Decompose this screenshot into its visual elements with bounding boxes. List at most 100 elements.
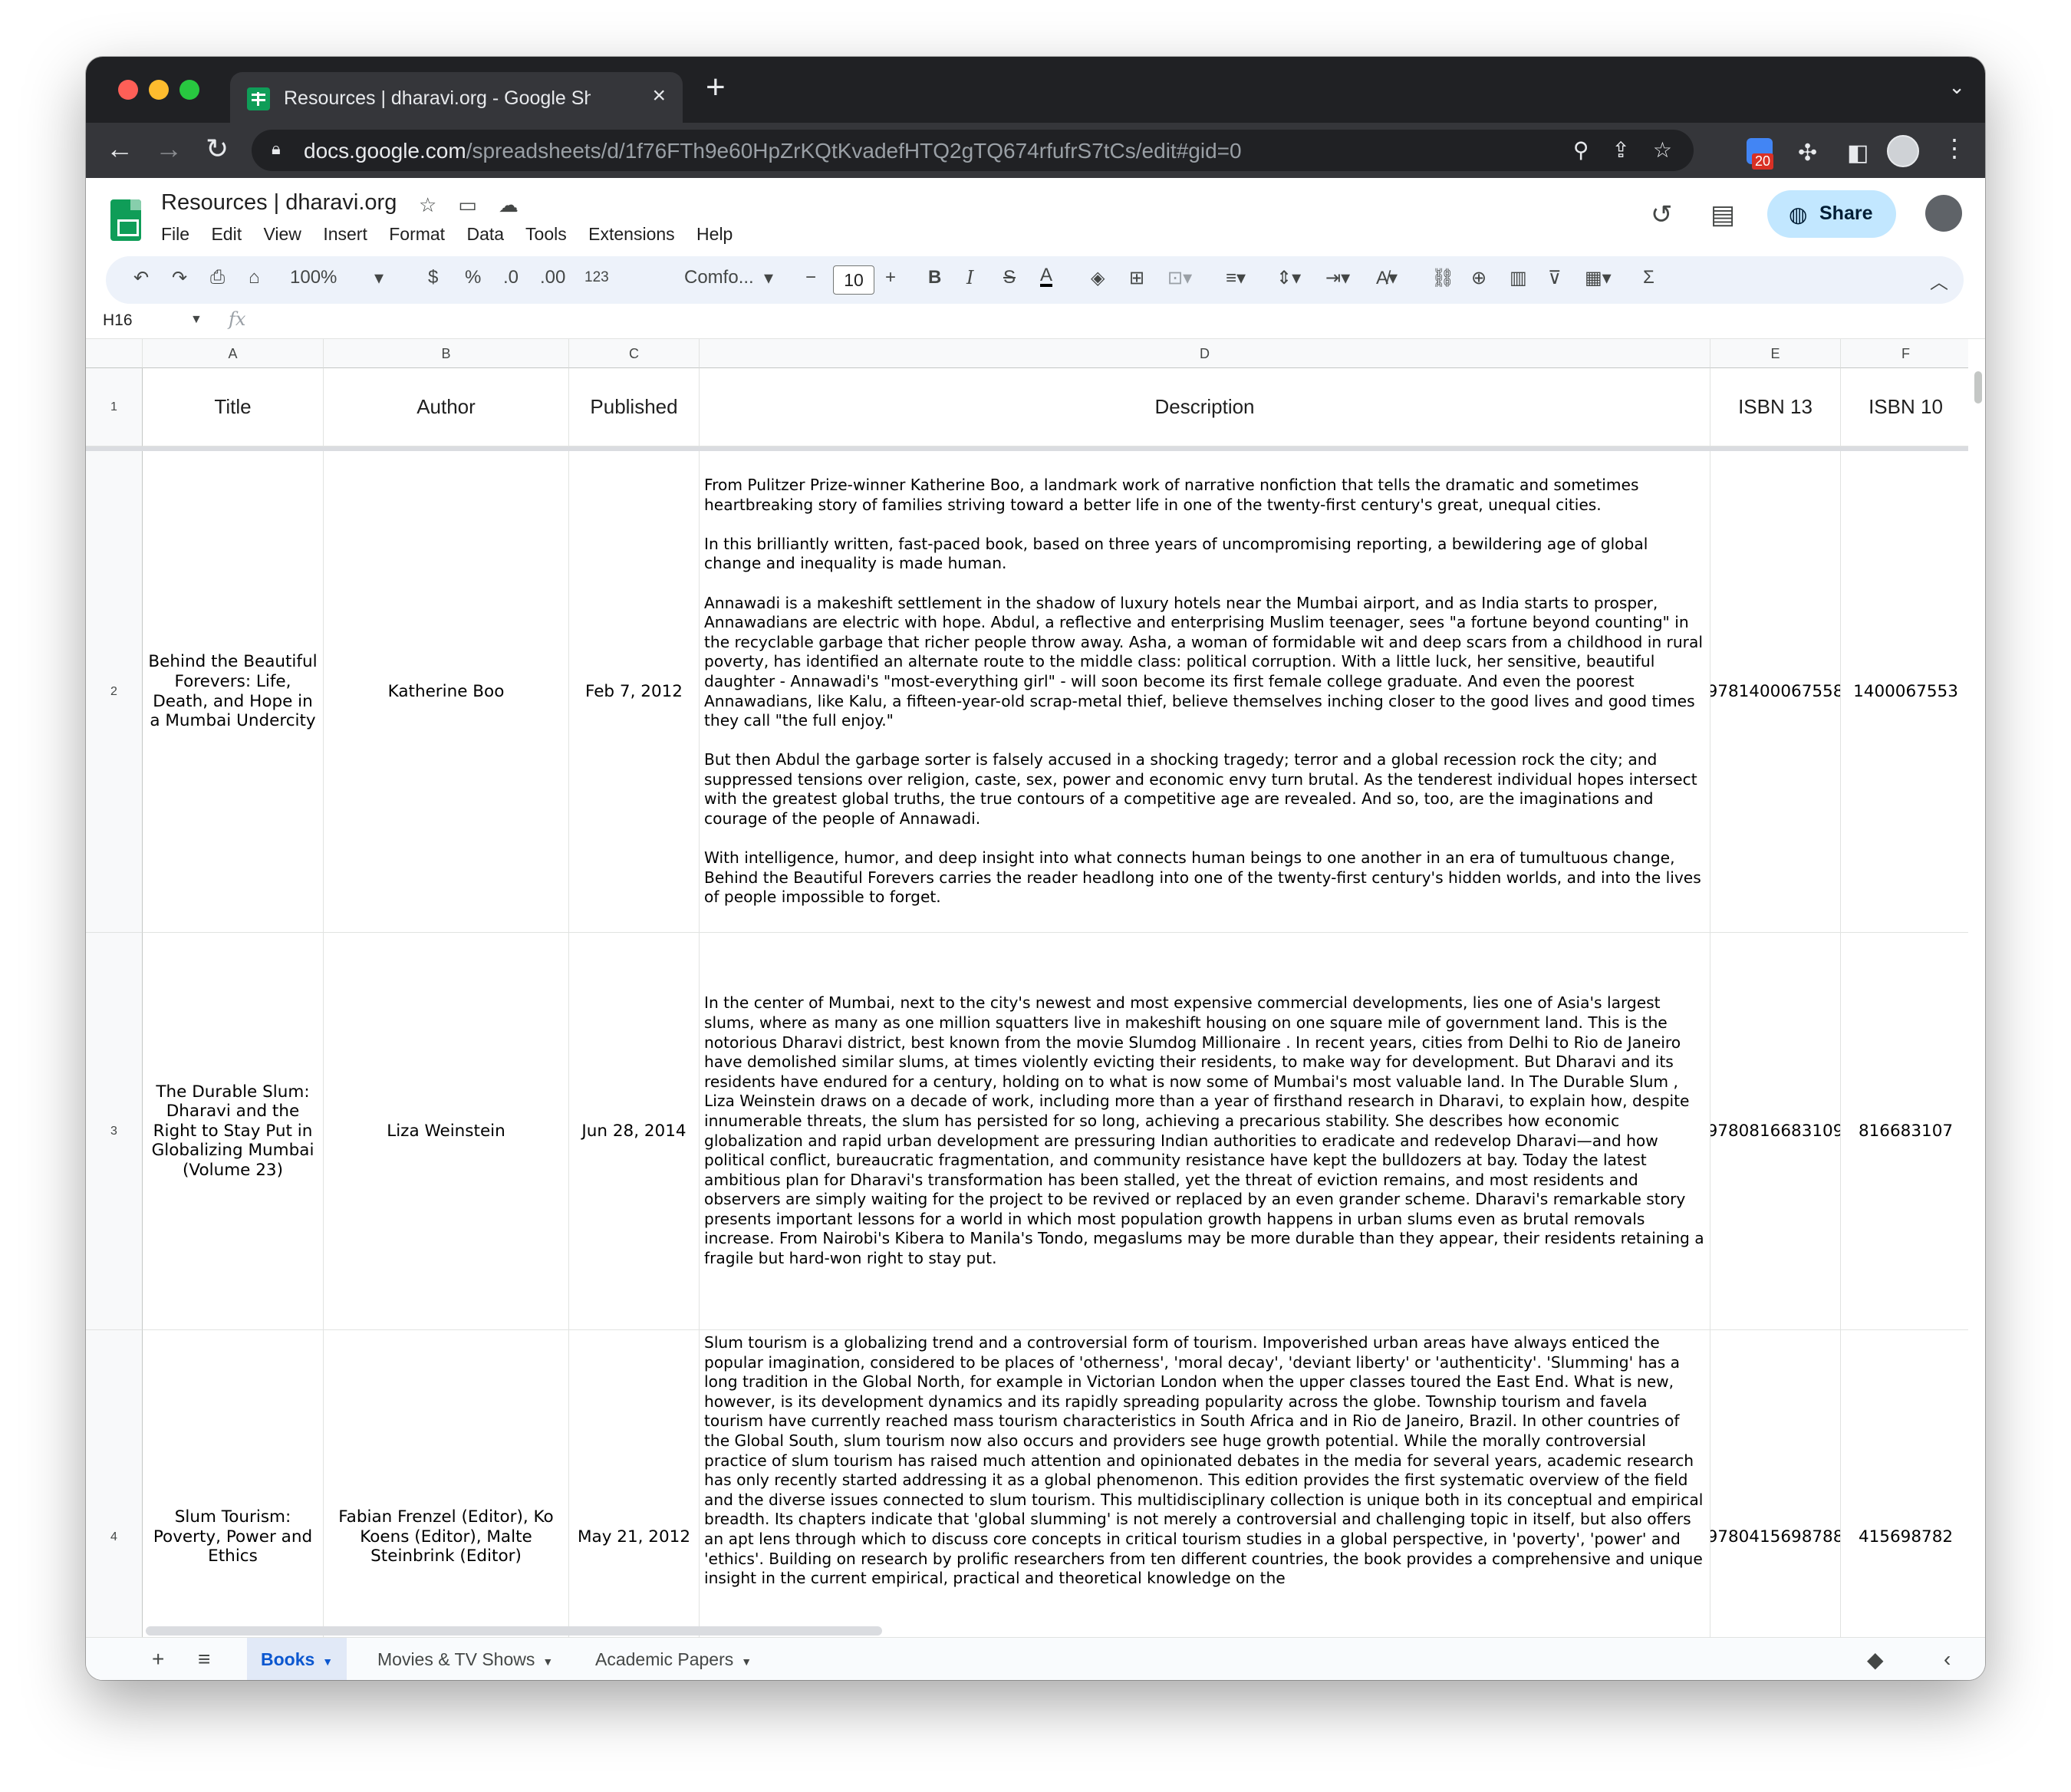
fill-color-icon[interactable]: ◈ [1091, 267, 1105, 289]
header-cell-description[interactable]: Description [700, 368, 1710, 446]
cell-title[interactable]: The Durable Slum: Dharavi and the Right … [143, 933, 324, 1330]
extensions-puzzle-icon[interactable]: ✣ [1798, 140, 1817, 166]
horizontal-align-icon[interactable]: ≡▾ [1226, 267, 1246, 289]
collapse-side-panel-chevron-icon[interactable]: ‹ [1944, 1647, 1951, 1672]
browser-profile-avatar[interactable] [1887, 135, 1919, 167]
percent-format-button[interactable]: % [465, 267, 481, 288]
bookmark-star-icon[interactable]: ☆ [1653, 138, 1672, 162]
forward-arrow-icon[interactable]: → [155, 133, 183, 164]
cell-description[interactable]: From Pulitzer Prize-winner Katherine Boo… [700, 451, 1710, 933]
star-icon[interactable]: ☆ [419, 193, 436, 216]
increase-font-size-icon[interactable]: + [885, 267, 896, 288]
name-box[interactable]: H16 [103, 311, 133, 330]
close-window-button[interactable] [118, 80, 138, 100]
comments-icon[interactable]: ▤ [1710, 199, 1735, 230]
vertical-scrollbar[interactable] [1974, 371, 1982, 404]
cell-isbn13[interactable]: 9781400067558 [1710, 451, 1841, 933]
menu-edit[interactable]: Edit [211, 224, 242, 244]
row-header-4[interactable]: 4 [86, 1330, 143, 1637]
header-cell-isbn13[interactable]: ISBN 13 [1710, 368, 1841, 446]
maximize-window-button[interactable] [179, 80, 199, 100]
menu-view[interactable]: View [263, 224, 301, 244]
address-bar[interactable]: 🔒︎ docs.google.com/spreadsheets/d/1f76FT… [252, 130, 1694, 171]
document-title[interactable]: Resources | dharavi.org [161, 190, 397, 216]
select-all-corner[interactable] [86, 339, 143, 368]
zoom-select-caret[interactable]: ▾ [374, 267, 384, 289]
share-page-icon[interactable]: ⇪ [1612, 138, 1629, 162]
decrease-font-size-icon[interactable]: − [805, 267, 816, 288]
cell-published[interactable]: Jun 28, 2014 [569, 933, 700, 1330]
borders-icon[interactable]: ⊞ [1129, 267, 1144, 289]
cell-author[interactable]: Fabian Frenzel (Editor), Ko Koens (Edito… [324, 1330, 569, 1637]
row-header-3[interactable]: 3 [86, 933, 143, 1330]
menu-data[interactable]: Data [466, 224, 504, 244]
chevron-down-icon[interactable]: ▼ [741, 1655, 752, 1668]
cell-author[interactable]: Liza Weinstein [324, 933, 569, 1330]
menu-extensions[interactable]: Extensions [588, 224, 675, 244]
cell-isbn10[interactable]: 415698782 [1841, 1330, 1968, 1637]
merge-cells-icon[interactable]: ⊡▾ [1167, 267, 1192, 289]
sheet-tab-books[interactable]: Books ▼ [247, 1638, 347, 1680]
browser-tab-active[interactable]: Resources | dharavi.org - Google Sheets … [230, 72, 683, 123]
menu-tools[interactable]: Tools [525, 224, 567, 244]
row-header-1[interactable]: 1 [86, 368, 143, 446]
text-color-icon[interactable]: A [1040, 266, 1053, 287]
print-icon[interactable]: ⎙ [210, 267, 225, 288]
name-box-caret-icon[interactable]: ▼ [190, 313, 202, 327]
insert-chart-icon[interactable]: ▥ [1510, 267, 1527, 289]
move-folder-icon[interactable]: ▭ [458, 193, 477, 216]
menu-format[interactable]: Format [389, 224, 445, 244]
increase-decimal-button[interactable]: .00 [540, 267, 565, 288]
cell-published[interactable]: May 21, 2012 [569, 1330, 700, 1637]
chevron-down-icon[interactable]: ▼ [542, 1655, 553, 1668]
row-header-2[interactable]: 2 [86, 451, 143, 933]
insert-link-icon[interactable]: ⛓ [1431, 267, 1454, 289]
filter-views-icon[interactable]: ▦▾ [1585, 267, 1612, 289]
side-panel-icon[interactable]: ◧ [1847, 140, 1869, 166]
cell-isbn13[interactable]: 9780415698788 [1710, 1330, 1841, 1637]
minimize-window-button[interactable] [149, 80, 169, 100]
sheet-tab-movies-tv-shows[interactable]: Movies & TV Shows ▼ [364, 1638, 567, 1680]
cell-isbn13[interactable]: 9780816683109 [1710, 933, 1841, 1330]
browser-menu-icon[interactable]: ⋮ [1942, 133, 1967, 163]
share-button[interactable]: ◍ Share [1767, 190, 1896, 238]
add-sheet-icon[interactable]: + [152, 1647, 164, 1672]
currency-format-button[interactable]: $ [428, 267, 438, 288]
functions-icon[interactable]: Σ [1643, 267, 1654, 288]
font-size-input[interactable]: 10 [833, 265, 874, 295]
vertical-align-icon[interactable]: ⇕▾ [1276, 267, 1301, 289]
italic-icon[interactable]: I [966, 267, 973, 288]
horizontal-scrollbar[interactable] [146, 1626, 882, 1636]
column-header-b[interactable]: B [324, 339, 569, 368]
reload-icon[interactable]: ↻ [206, 133, 229, 164]
new-tab-icon[interactable]: + [706, 71, 726, 104]
menu-file[interactable]: File [161, 224, 189, 244]
cell-isbn10[interactable]: 816683107 [1841, 933, 1968, 1330]
number-format-button[interactable]: 123 [584, 269, 609, 286]
header-cell-isbn10[interactable]: ISBN 10 [1841, 368, 1968, 446]
column-header-a[interactable]: A [143, 339, 324, 368]
column-header-f[interactable]: F [1841, 339, 1968, 368]
header-cell-published[interactable]: Published [569, 368, 700, 446]
column-header-e[interactable]: E [1710, 339, 1841, 368]
menu-insert[interactable]: Insert [323, 224, 367, 244]
close-tab-icon[interactable]: × [652, 83, 666, 109]
sheets-logo-icon[interactable] [110, 199, 141, 241]
zoom-icon[interactable]: ⚲ [1573, 138, 1589, 162]
tab-search-chevron-icon[interactable]: ⌄ [1948, 75, 1965, 99]
back-arrow-icon[interactable]: ← [106, 133, 133, 164]
text-rotation-icon[interactable]: A̸▾ [1376, 267, 1398, 289]
version-history-icon[interactable]: ↺ [1651, 199, 1673, 230]
menu-help[interactable]: Help [696, 224, 733, 244]
url-text[interactable]: docs.google.com/spreadsheets/d/1f76FTh9e… [304, 139, 1242, 163]
insert-comment-icon[interactable]: ⊕ [1471, 267, 1487, 289]
bold-icon[interactable]: B [928, 267, 941, 288]
sheet-tab-academic-papers[interactable]: Academic Papers ▼ [581, 1638, 766, 1680]
column-header-d[interactable]: D [700, 339, 1710, 368]
cell-title[interactable]: Slum Tourism: Poverty, Power and Ethics [143, 1330, 324, 1637]
zoom-select[interactable]: 100% [290, 267, 337, 288]
font-select[interactable]: Comfo... [684, 267, 754, 288]
header-cell-author[interactable]: Author [324, 368, 569, 446]
decrease-decimal-button[interactable]: .0 [503, 267, 519, 288]
chevron-down-icon[interactable]: ▼ [322, 1655, 333, 1668]
